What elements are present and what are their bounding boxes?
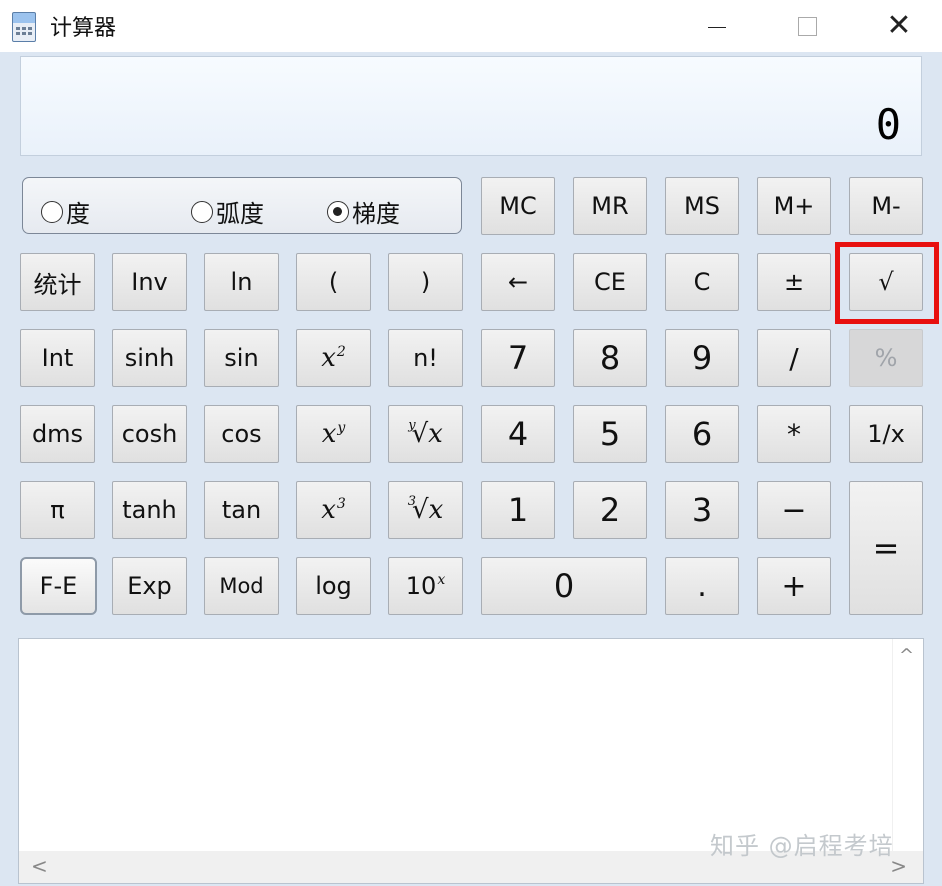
sinh-button[interactable]: sinh <box>112 329 187 387</box>
ten-power-x-base: 10 <box>405 572 437 600</box>
maximize-button[interactable] <box>772 0 842 52</box>
close-icon: ✕ <box>886 8 912 43</box>
tanh-button[interactable]: tanh <box>112 481 187 539</box>
equals-button[interactable]: = <box>849 481 923 615</box>
ln-button[interactable]: ln <box>204 253 279 311</box>
radio-label-degrees: 度 <box>66 200 90 228</box>
left-paren-button[interactable]: ( <box>296 253 371 311</box>
pi-button[interactable]: π <box>20 481 95 539</box>
factorial-button[interactable]: n! <box>388 329 463 387</box>
digit-3-button[interactable]: 3 <box>665 481 739 539</box>
radio-label-grads: 梯度 <box>352 200 400 228</box>
cube-root-label: √x <box>412 495 444 525</box>
result-display: 0 <box>20 56 922 156</box>
digit-1-button[interactable]: 1 <box>481 481 555 539</box>
exp-button[interactable]: Exp <box>112 557 187 615</box>
x-squared-base: x <box>321 343 336 373</box>
radio-circle <box>41 200 63 223</box>
digit-2-button[interactable]: 2 <box>573 481 647 539</box>
radio-radians[interactable]: 弧度 <box>191 194 264 229</box>
cube-root-button[interactable]: 3 √x <box>388 481 463 539</box>
scroll-up-icon[interactable]: ^ <box>899 645 914 666</box>
mr-button[interactable]: MR <box>573 177 647 235</box>
minimize-button[interactable] <box>682 0 752 52</box>
subtract-button[interactable]: − <box>757 481 831 539</box>
cos-button[interactable]: cos <box>204 405 279 463</box>
y-root-label: √x <box>411 419 443 449</box>
vertical-scrollbar[interactable]: ^ <box>892 639 923 851</box>
add-button[interactable]: + <box>757 557 831 615</box>
int-button[interactable]: Int <box>20 329 95 387</box>
x-squared-button[interactable]: x2 <box>296 329 371 387</box>
divide-button[interactable]: / <box>757 329 831 387</box>
x-cubed-base: x <box>321 495 336 525</box>
x-power-y-button[interactable]: xy <box>296 405 371 463</box>
multiply-button[interactable]: * <box>757 405 831 463</box>
radio-degrees[interactable]: 度 <box>41 194 90 229</box>
cosh-button[interactable]: cosh <box>112 405 187 463</box>
ms-button[interactable]: MS <box>665 177 739 235</box>
display-value: 0 <box>875 100 901 149</box>
digit-9-button[interactable]: 9 <box>665 329 739 387</box>
m-minus-button[interactable]: M- <box>849 177 923 235</box>
digit-7-button[interactable]: 7 <box>481 329 555 387</box>
radio-circle-selected <box>327 200 349 223</box>
statistics-button[interactable]: 统计 <box>20 253 95 311</box>
maximize-icon <box>797 16 817 36</box>
title-bar: 计算器 ✕ <box>0 0 942 52</box>
x-cubed-exponent: 3 <box>336 496 346 512</box>
calculator-icon <box>12 12 36 42</box>
clear-entry-button[interactable]: CE <box>573 253 647 311</box>
minimize-icon <box>708 26 726 28</box>
reciprocal-button[interactable]: 1/x <box>849 405 923 463</box>
digit-8-button[interactable]: 8 <box>573 329 647 387</box>
close-button[interactable]: ✕ <box>864 0 934 52</box>
percent-button: % <box>849 329 923 387</box>
x-power-y-base: x <box>321 419 337 449</box>
cube-root-index: 3 <box>407 493 417 509</box>
dms-button[interactable]: dms <box>20 405 95 463</box>
tan-button[interactable]: tan <box>204 481 279 539</box>
x-power-y-exponent: y <box>337 420 346 436</box>
digit-4-button[interactable]: 4 <box>481 405 555 463</box>
plus-minus-button[interactable]: ± <box>757 253 831 311</box>
angle-mode-group: 度 弧度 梯度 <box>22 177 462 234</box>
sin-button[interactable]: sin <box>204 329 279 387</box>
watermark: 知乎 @启程考培 <box>710 832 894 860</box>
clear-button[interactable]: C <box>665 253 739 311</box>
y-root-x-button[interactable]: y √x <box>388 405 463 463</box>
ten-power-x-button[interactable]: 10 x <box>388 557 463 615</box>
fe-button[interactable]: F-E <box>20 557 97 615</box>
radio-grads[interactable]: 梯度 <box>327 194 400 229</box>
ten-power-x-exponent: x <box>437 572 446 588</box>
right-paren-button[interactable]: ) <box>388 253 463 311</box>
mc-button[interactable]: MC <box>481 177 555 235</box>
digit-5-button[interactable]: 5 <box>573 405 647 463</box>
y-root-index: y <box>408 417 416 433</box>
decimal-button[interactable]: . <box>665 557 739 615</box>
log-button[interactable]: log <box>296 557 371 615</box>
backspace-button[interactable]: ← <box>481 253 555 311</box>
mod-button[interactable]: Mod <box>204 557 279 615</box>
digit-0-button[interactable]: 0 <box>481 557 647 615</box>
radio-circle <box>191 200 213 223</box>
digit-6-button[interactable]: 6 <box>665 405 739 463</box>
x-squared-exponent: 2 <box>336 344 346 360</box>
window-title: 计算器 <box>50 16 117 41</box>
scroll-left-icon[interactable]: < <box>31 854 48 878</box>
radio-label-radians: 弧度 <box>216 200 264 228</box>
square-root-button[interactable]: √ <box>849 253 923 311</box>
x-cubed-button[interactable]: x3 <box>296 481 371 539</box>
m-plus-button[interactable]: M+ <box>757 177 831 235</box>
inv-button[interactable]: Inv <box>112 253 187 311</box>
